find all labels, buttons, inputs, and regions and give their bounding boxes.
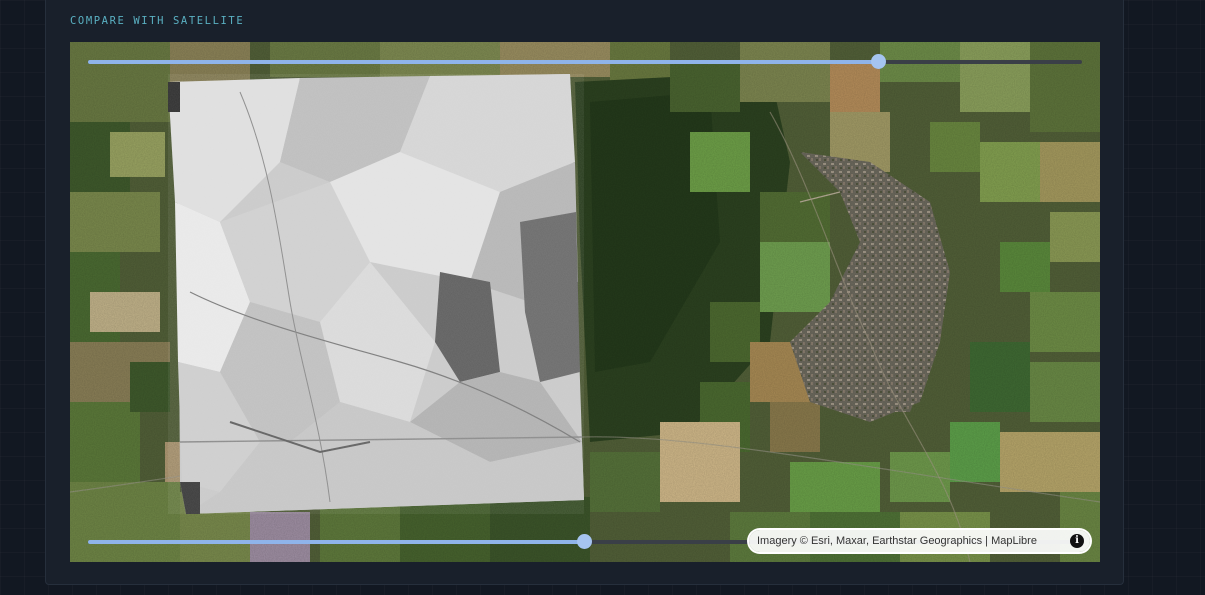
attribution-text[interactable]: Imagery © Esri, Maxar, Earthstar Geograp… [757, 535, 1066, 547]
historical-aerial-overlay [168, 74, 584, 514]
compare-panel: COMPARE WITH SATELLITE Imagery © Esri, M… [45, 0, 1124, 585]
map-viewport[interactable]: Imagery © Esri, Maxar, Earthstar Geograp… [70, 42, 1100, 562]
panel-title: COMPARE WITH SATELLITE [70, 15, 245, 27]
map-attribution: Imagery © Esri, Maxar, Earthstar Geograp… [749, 530, 1090, 552]
slider-fill [88, 60, 879, 64]
slider-thumb[interactable] [870, 54, 886, 69]
satellite-map [70, 42, 1100, 562]
slider-fill [88, 540, 584, 544]
opacity-slider-top[interactable] [88, 54, 1082, 70]
info-icon[interactable]: i [1070, 534, 1084, 548]
slider-thumb[interactable] [576, 534, 592, 549]
